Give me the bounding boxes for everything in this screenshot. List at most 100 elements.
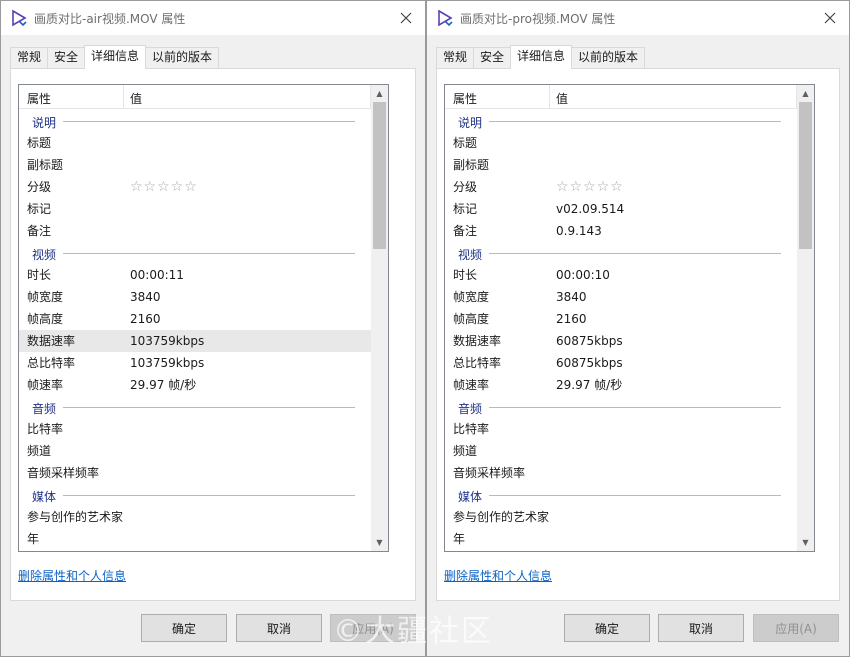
list-item[interactable]: 副标题 (19, 154, 371, 176)
property-name: 标记 (453, 202, 478, 216)
title-bar[interactable]: 画质对比-pro视频.MOV 属性 (427, 1, 849, 35)
property-name: 标题 (453, 136, 478, 150)
dialog-body: 常规 安全 详细信息 以前的版本 属性 值 说明 标题 副标题 分级 ☆☆☆☆☆ … (1, 35, 425, 656)
scroll-up-icon[interactable]: ▲ (371, 85, 388, 102)
list-item[interactable]: 总比特率 103759kbps (19, 352, 371, 374)
tab-general[interactable]: 常规 (436, 47, 475, 68)
list-header: 属性 值 (445, 85, 797, 109)
property-name: 比特率 (453, 422, 490, 436)
list-item[interactable]: 时长 00:00:10 (445, 264, 797, 286)
tab-details[interactable]: 详细信息 (84, 45, 147, 69)
list-item[interactable]: 标题 (445, 132, 797, 154)
ok-button[interactable]: 确定 (141, 614, 227, 642)
header-property[interactable]: 属性 (27, 90, 51, 107)
list-item[interactable]: 备注 0.9.143 (445, 220, 797, 242)
property-name: 标题 (27, 136, 52, 150)
list-item[interactable]: 标记 v02.09.514 (445, 198, 797, 220)
list-item[interactable]: 参与创作的艺术家 (19, 506, 371, 528)
property-value[interactable]: 0.9.143 (556, 220, 602, 242)
tab-details[interactable]: 详细信息 (510, 45, 573, 69)
vertical-scrollbar[interactable]: ▲ ▼ (797, 85, 814, 551)
column-divider[interactable] (549, 85, 550, 109)
list-item[interactable]: 分级 ☆☆☆☆☆ (19, 176, 371, 198)
list-item[interactable]: 帧速率 29.97 帧/秒 (19, 374, 371, 396)
scroll-up-icon[interactable]: ▲ (797, 85, 814, 102)
list-item[interactable]: 帧宽度 3840 (19, 286, 371, 308)
group-label: 视频 (32, 248, 57, 262)
property-name: 数据速率 (27, 334, 76, 348)
list-item[interactable]: 频道 (445, 440, 797, 462)
ok-button[interactable]: 确定 (564, 614, 650, 642)
list-item[interactable]: 音频采样频率 (19, 462, 371, 484)
property-name: 分级 (27, 180, 52, 194)
group-audio: 音频 (19, 396, 371, 418)
list-item[interactable]: 帧高度 2160 (445, 308, 797, 330)
list-item[interactable]: 帧速率 29.97 帧/秒 (445, 374, 797, 396)
list-item[interactable]: 比特率 (19, 418, 371, 440)
header-value[interactable]: 值 (130, 90, 142, 107)
cancel-button[interactable]: 取消 (658, 614, 744, 642)
window-title: 画质对比-air视频.MOV 属性 (34, 11, 186, 26)
rating-stars[interactable]: ☆☆☆☆☆ (556, 176, 624, 198)
list-item[interactable]: 比特率 (445, 418, 797, 440)
property-value[interactable]: v02.09.514 (556, 198, 624, 220)
scroll-down-icon[interactable]: ▼ (797, 534, 814, 551)
tab-previous-versions[interactable]: 以前的版本 (571, 47, 646, 68)
tab-general[interactable]: 常规 (10, 47, 49, 68)
list-item-hover[interactable]: 数据速率 103759kbps (19, 330, 371, 352)
title-bar[interactable]: 画质对比-air视频.MOV 属性 (1, 1, 425, 35)
group-label: 音频 (458, 402, 483, 416)
scroll-thumb[interactable] (373, 102, 386, 249)
window-title: 画质对比-pro视频.MOV 属性 (460, 11, 616, 26)
list-item[interactable]: 帧高度 2160 (19, 308, 371, 330)
property-name: 副标题 (453, 158, 490, 172)
tab-strip: 常规 安全 详细信息 以前的版本 (436, 45, 646, 69)
property-name: 时长 (27, 268, 52, 282)
group-video: 视频 (445, 242, 797, 264)
list-item[interactable]: 分级 ☆☆☆☆☆ (445, 176, 797, 198)
property-list[interactable]: 属性 值 说明 标题 副标题 分级 ☆☆☆☆☆ 标记 v02.09.514 备注 0.… (444, 84, 815, 552)
header-value[interactable]: 值 (556, 90, 568, 107)
column-divider[interactable] (123, 85, 124, 109)
rating-stars[interactable]: ☆☆☆☆☆ (130, 176, 198, 198)
apply-button[interactable]: 应用(A) (753, 614, 839, 642)
scroll-down-icon[interactable]: ▼ (371, 534, 388, 551)
list-item[interactable]: 副标题 (445, 154, 797, 176)
property-list[interactable]: 属性 值 说明 标题 副标题 分级 ☆☆☆☆☆ 标记 备注 视频 时长 00:00:… (18, 84, 389, 552)
media-player-icon (12, 9, 27, 27)
cancel-button[interactable]: 取消 (236, 614, 322, 642)
header-property[interactable]: 属性 (453, 90, 477, 107)
list-item[interactable]: 标记 (19, 198, 371, 220)
properties-window-air: 画质对比-air视频.MOV 属性 常规 安全 详细信息 以前的版本 属性 值 … (0, 0, 426, 657)
remove-properties-link[interactable]: 删除属性和个人信息 (18, 567, 126, 584)
list-item[interactable]: 总比特率 60875kbps (445, 352, 797, 374)
property-name: 频道 (27, 444, 52, 458)
scroll-thumb[interactable] (799, 102, 812, 249)
tab-security[interactable]: 安全 (473, 47, 512, 68)
list-item[interactable]: 音频采样频率 (445, 462, 797, 484)
list-item[interactable]: 备注 (19, 220, 371, 242)
tab-previous-versions[interactable]: 以前的版本 (145, 47, 220, 68)
property-name: 音频采样频率 (453, 466, 526, 480)
remove-properties-link[interactable]: 删除属性和个人信息 (444, 567, 552, 584)
property-name: 帧高度 (453, 312, 490, 326)
property-name: 帧速率 (453, 378, 490, 392)
group-description: 说明 (445, 110, 797, 132)
apply-button[interactable]: 应用(A) (330, 614, 416, 642)
list-item[interactable]: 频道 (19, 440, 371, 462)
list-item[interactable]: 数据速率 60875kbps (445, 330, 797, 352)
list-item[interactable]: 时长 00:00:11 (19, 264, 371, 286)
property-name: 年 (453, 532, 466, 546)
close-icon[interactable] (819, 8, 841, 28)
group-label: 说明 (458, 116, 483, 130)
property-name: 总比特率 (453, 356, 502, 370)
list-item[interactable]: 帧宽度 3840 (445, 286, 797, 308)
list-item[interactable]: 标题 (19, 132, 371, 154)
tab-security[interactable]: 安全 (47, 47, 86, 68)
list-item[interactable]: 年 (19, 528, 371, 550)
list-item[interactable]: 参与创作的艺术家 (445, 506, 797, 528)
vertical-scrollbar[interactable]: ▲ ▼ (371, 85, 388, 551)
properties-window-pro: 画质对比-pro视频.MOV 属性 常规 安全 详细信息 以前的版本 属性 值 … (426, 0, 850, 657)
close-icon[interactable] (395, 8, 417, 28)
list-item[interactable]: 年 (445, 528, 797, 550)
